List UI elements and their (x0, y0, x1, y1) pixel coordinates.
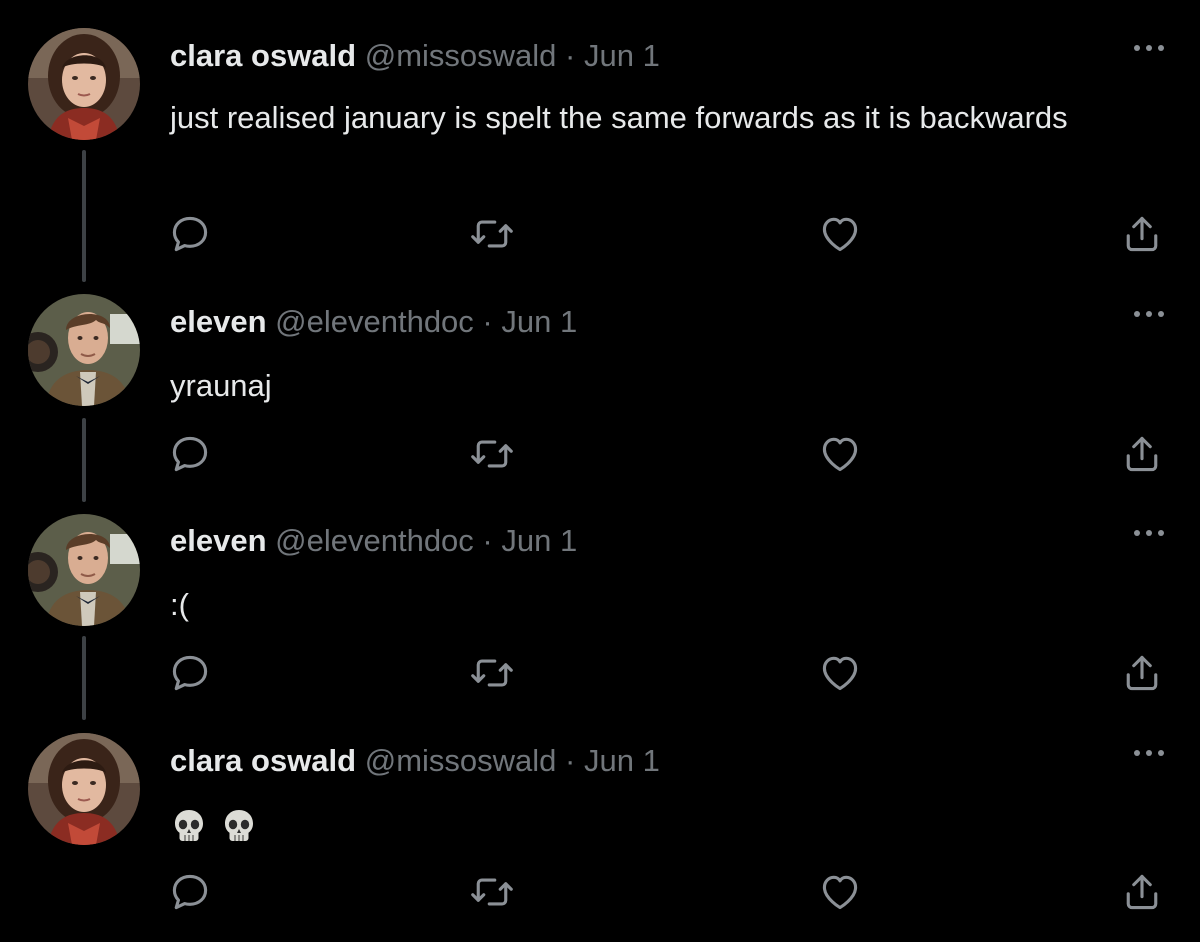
tweet-text (170, 800, 1070, 847)
handle[interactable]: @missoswald (365, 743, 557, 778)
clara-avatar[interactable] (28, 733, 140, 845)
share-icon[interactable] (1120, 870, 1164, 914)
display-name[interactable]: clara oswald (170, 743, 356, 778)
skull-icon (220, 807, 258, 845)
skull-icon (170, 807, 208, 845)
reply-icon[interactable] (168, 870, 212, 914)
retweet-icon[interactable] (470, 870, 514, 914)
tweet-actions (0, 870, 1200, 914)
like-icon[interactable] (818, 870, 862, 914)
date[interactable]: Jun 1 (584, 743, 660, 778)
tweet[interactable]: clara oswald @missoswald · Jun 1 (0, 0, 1200, 942)
tweet-header: clara oswald @missoswald · Jun 1 (170, 741, 660, 781)
more-options-icon[interactable] (1132, 743, 1166, 763)
separator: · (565, 743, 576, 778)
